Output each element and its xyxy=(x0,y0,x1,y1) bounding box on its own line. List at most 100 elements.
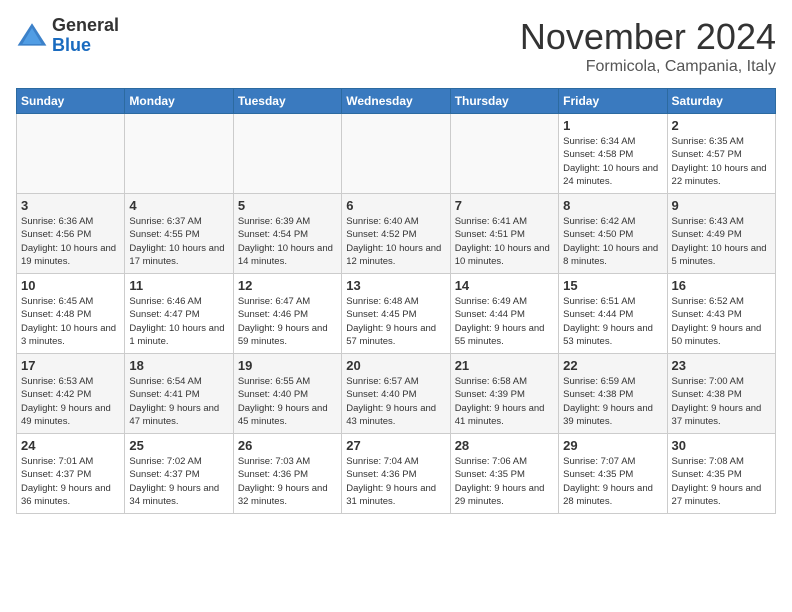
calendar-day-cell: 20 Sunrise: 6:57 AM Sunset: 4:40 PM Dayli… xyxy=(342,354,450,434)
day-info: Sunrise: 7:07 AM Sunset: 4:35 PM Dayligh… xyxy=(563,455,662,508)
day-info: Sunrise: 6:57 AM Sunset: 4:40 PM Dayligh… xyxy=(346,375,445,428)
day-info: Sunrise: 6:46 AM Sunset: 4:47 PM Dayligh… xyxy=(129,295,228,348)
day-info: Sunrise: 6:53 AM Sunset: 4:42 PM Dayligh… xyxy=(21,375,120,428)
location-title: Formicola, Campania, Italy xyxy=(520,58,776,76)
day-number: 18 xyxy=(129,358,228,373)
day-info: Sunrise: 6:41 AM Sunset: 4:51 PM Dayligh… xyxy=(455,215,554,268)
calendar-day-cell: 18 Sunrise: 6:54 AM Sunset: 4:41 PM Dayli… xyxy=(125,354,233,434)
calendar-week-row: 1 Sunrise: 6:34 AM Sunset: 4:58 PM Daylig… xyxy=(17,114,776,194)
day-number: 26 xyxy=(238,438,337,453)
calendar-day-cell: 2 Sunrise: 6:35 AM Sunset: 4:57 PM Daylig… xyxy=(667,114,775,194)
calendar-day-cell xyxy=(17,114,125,194)
day-info: Sunrise: 6:51 AM Sunset: 4:44 PM Dayligh… xyxy=(563,295,662,348)
calendar-day-cell: 4 Sunrise: 6:37 AM Sunset: 4:55 PM Daylig… xyxy=(125,194,233,274)
day-info: Sunrise: 6:47 AM Sunset: 4:46 PM Dayligh… xyxy=(238,295,337,348)
day-info: Sunrise: 7:01 AM Sunset: 4:37 PM Dayligh… xyxy=(21,455,120,508)
day-info: Sunrise: 6:58 AM Sunset: 4:39 PM Dayligh… xyxy=(455,375,554,428)
logo-text: General Blue xyxy=(52,16,119,56)
calendar-day-cell: 30 Sunrise: 7:08 AM Sunset: 4:35 PM Dayli… xyxy=(667,434,775,514)
day-info: Sunrise: 7:06 AM Sunset: 4:35 PM Dayligh… xyxy=(455,455,554,508)
day-info: Sunrise: 6:52 AM Sunset: 4:43 PM Dayligh… xyxy=(672,295,771,348)
day-number: 28 xyxy=(455,438,554,453)
calendar-day-cell: 17Sunrise: 6:53 AM Sunset: 4:42 PM Dayli… xyxy=(17,354,125,434)
calendar-day-cell: 5 Sunrise: 6:39 AM Sunset: 4:54 PM Daylig… xyxy=(233,194,341,274)
calendar-week-row: 10 Sunrise: 6:45 AM Sunset: 4:48 PM Dayli… xyxy=(17,274,776,354)
calendar-day-cell: 14Sunrise: 6:49 AM Sunset: 4:44 PM Dayli… xyxy=(450,274,558,354)
day-info: Sunrise: 6:59 AM Sunset: 4:38 PM Dayligh… xyxy=(563,375,662,428)
day-of-week-header: Wednesday xyxy=(342,89,450,114)
calendar-day-cell: 11 Sunrise: 6:46 AM Sunset: 4:47 PM Dayli… xyxy=(125,274,233,354)
logo-general: General xyxy=(52,16,119,36)
day-number: 30 xyxy=(672,438,771,453)
day-info: Sunrise: 6:39 AM Sunset: 4:54 PM Dayligh… xyxy=(238,215,337,268)
calendar-header-row: SundayMondayTuesdayWednesdayThursdayFrid… xyxy=(17,89,776,114)
calendar-week-row: 24 Sunrise: 7:01 AM Sunset: 4:37 PM Dayli… xyxy=(17,434,776,514)
calendar-day-cell xyxy=(233,114,341,194)
day-number: 19 xyxy=(238,358,337,373)
day-of-week-header: Saturday xyxy=(667,89,775,114)
day-info: Sunrise: 7:04 AM Sunset: 4:36 PM Dayligh… xyxy=(346,455,445,508)
page-header: General Blue November 2024 Formicola, Ca… xyxy=(16,16,776,76)
calendar-day-cell: 7 Sunrise: 6:41 AM Sunset: 4:51 PM Daylig… xyxy=(450,194,558,274)
day-number: 9 xyxy=(672,198,771,213)
day-info: Sunrise: 7:02 AM Sunset: 4:37 PM Dayligh… xyxy=(129,455,228,508)
logo: General Blue xyxy=(16,16,119,56)
day-number: 12 xyxy=(238,278,337,293)
calendar-day-cell: 9 Sunrise: 6:43 AM Sunset: 4:49 PM Daylig… xyxy=(667,194,775,274)
day-of-week-header: Tuesday xyxy=(233,89,341,114)
calendar-day-cell: 22Sunrise: 6:59 AM Sunset: 4:38 PM Dayli… xyxy=(559,354,667,434)
title-area: November 2024 Formicola, Campania, Italy xyxy=(520,16,776,76)
calendar-day-cell xyxy=(450,114,558,194)
day-info: Sunrise: 6:55 AM Sunset: 4:40 PM Dayligh… xyxy=(238,375,337,428)
day-info: Sunrise: 6:35 AM Sunset: 4:57 PM Dayligh… xyxy=(672,135,771,188)
logo-icon xyxy=(16,20,48,52)
calendar-day-cell: 1 Sunrise: 6:34 AM Sunset: 4:58 PM Daylig… xyxy=(559,114,667,194)
day-number: 24 xyxy=(21,438,120,453)
day-number: 14 xyxy=(455,278,554,293)
day-number: 15 xyxy=(563,278,662,293)
logo-blue: Blue xyxy=(52,36,119,56)
calendar-day-cell: 16 Sunrise: 6:52 AM Sunset: 4:43 PM Dayli… xyxy=(667,274,775,354)
day-number: 5 xyxy=(238,198,337,213)
day-info: Sunrise: 7:00 AM Sunset: 4:38 PM Dayligh… xyxy=(672,375,771,428)
calendar-day-cell: 25 Sunrise: 7:02 AM Sunset: 4:37 PM Dayli… xyxy=(125,434,233,514)
day-number: 7 xyxy=(455,198,554,213)
day-of-week-header: Thursday xyxy=(450,89,558,114)
day-number: 1 xyxy=(563,118,662,133)
calendar-day-cell: 27Sunrise: 7:04 AM Sunset: 4:36 PM Dayli… xyxy=(342,434,450,514)
calendar-day-cell: 28 Sunrise: 7:06 AM Sunset: 4:35 PM Dayli… xyxy=(450,434,558,514)
calendar-day-cell: 8 Sunrise: 6:42 AM Sunset: 4:50 PM Daylig… xyxy=(559,194,667,274)
day-number: 23 xyxy=(672,358,771,373)
calendar-day-cell: 23 Sunrise: 7:00 AM Sunset: 4:38 PM Dayli… xyxy=(667,354,775,434)
day-of-week-header: Monday xyxy=(125,89,233,114)
day-number: 10 xyxy=(21,278,120,293)
calendar-body: 1 Sunrise: 6:34 AM Sunset: 4:58 PM Daylig… xyxy=(17,114,776,514)
day-number: 20 xyxy=(346,358,445,373)
day-number: 8 xyxy=(563,198,662,213)
calendar-table: SundayMondayTuesdayWednesdayThursdayFrid… xyxy=(16,88,776,514)
day-of-week-header: Sunday xyxy=(17,89,125,114)
calendar-day-cell: 21Sunrise: 6:58 AM Sunset: 4:39 PM Dayli… xyxy=(450,354,558,434)
day-info: Sunrise: 6:34 AM Sunset: 4:58 PM Dayligh… xyxy=(563,135,662,188)
day-number: 11 xyxy=(129,278,228,293)
calendar-day-cell: 19 Sunrise: 6:55 AM Sunset: 4:40 PM Dayli… xyxy=(233,354,341,434)
calendar-day-cell xyxy=(342,114,450,194)
calendar-day-cell: 15 Sunrise: 6:51 AM Sunset: 4:44 PM Dayli… xyxy=(559,274,667,354)
day-number: 25 xyxy=(129,438,228,453)
day-number: 4 xyxy=(129,198,228,213)
day-info: Sunrise: 6:54 AM Sunset: 4:41 PM Dayligh… xyxy=(129,375,228,428)
day-info: Sunrise: 6:40 AM Sunset: 4:52 PM Dayligh… xyxy=(346,215,445,268)
day-number: 3 xyxy=(21,198,120,213)
day-info: Sunrise: 6:45 AM Sunset: 4:48 PM Dayligh… xyxy=(21,295,120,348)
day-info: Sunrise: 7:08 AM Sunset: 4:35 PM Dayligh… xyxy=(672,455,771,508)
day-number: 2 xyxy=(672,118,771,133)
day-info: Sunrise: 6:42 AM Sunset: 4:50 PM Dayligh… xyxy=(563,215,662,268)
day-of-week-header: Friday xyxy=(559,89,667,114)
calendar-day-cell: 24 Sunrise: 7:01 AM Sunset: 4:37 PM Dayli… xyxy=(17,434,125,514)
calendar-day-cell: 3Sunrise: 6:36 AM Sunset: 4:56 PM Daylig… xyxy=(17,194,125,274)
calendar-day-cell: 10 Sunrise: 6:45 AM Sunset: 4:48 PM Dayli… xyxy=(17,274,125,354)
calendar-day-cell: 6Sunrise: 6:40 AM Sunset: 4:52 PM Daylig… xyxy=(342,194,450,274)
day-number: 16 xyxy=(672,278,771,293)
day-info: Sunrise: 6:37 AM Sunset: 4:55 PM Dayligh… xyxy=(129,215,228,268)
day-info: Sunrise: 6:43 AM Sunset: 4:49 PM Dayligh… xyxy=(672,215,771,268)
